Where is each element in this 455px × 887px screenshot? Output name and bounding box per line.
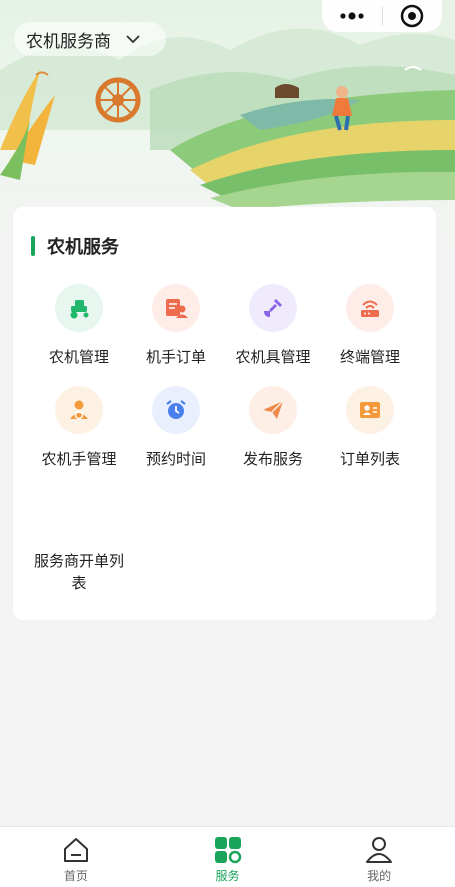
role-label: 农机服务商 (26, 31, 111, 52)
more-dots-icon (340, 12, 364, 20)
service-label: 服务商开单列表 (33, 552, 124, 592)
service-label: 农机管理 (48, 348, 109, 366)
tab-label: 服务 (215, 869, 240, 883)
service-label: 农机具管理 (235, 348, 311, 366)
tab-home[interactable]: 首页 (0, 827, 152, 887)
service-label: 机手订单 (145, 348, 206, 366)
paper-plane-icon (249, 386, 297, 434)
user-list-icon (346, 386, 394, 434)
home-icon (63, 838, 88, 862)
driver-icon (55, 386, 103, 434)
close-miniprogram-button[interactable] (383, 0, 443, 32)
alarm-clock-icon (152, 386, 200, 434)
user-icon (366, 837, 393, 863)
service-operator-management[interactable]: 农机手管理 (26, 386, 132, 470)
role-selector[interactable]: 农机服务商 (14, 22, 166, 56)
farm-service-card: 农机服务 农机管理 机手订单 农机具管理 终端管理 农机手管理 预约时间 发布服… (13, 207, 436, 620)
bottom-tabbar: 首页 服务 我的 (0, 826, 455, 887)
service-appointment-time[interactable]: 预约时间 (123, 386, 229, 470)
tab-mine[interactable]: 我的 (303, 827, 455, 887)
service-publish-service[interactable]: 发布服务 (220, 386, 326, 470)
tab-label: 我的 (367, 869, 392, 883)
service-terminal-management[interactable]: 终端管理 (317, 284, 423, 368)
tab-service[interactable]: 服务 (152, 827, 304, 887)
miniprogram-capsule (322, 0, 442, 32)
service-label: 订单列表 (339, 450, 400, 468)
service-order-list[interactable]: 订单列表 (317, 386, 423, 470)
service-machinery-management[interactable]: 农机管理 (26, 284, 132, 368)
service-label: 终端管理 (339, 348, 400, 366)
empty-icon-slot (55, 488, 103, 536)
service-label: 发布服务 (242, 450, 303, 468)
more-button[interactable] (322, 0, 382, 32)
service-implement-management[interactable]: 农机具管理 (220, 284, 326, 368)
section-title: 农机服务 (47, 237, 119, 258)
operator-order-icon (152, 284, 200, 332)
section-accent-bar (31, 236, 35, 256)
section-header: 农机服务 (31, 233, 119, 259)
chevron-down-icon (126, 35, 140, 44)
service-label: 预约时间 (145, 450, 206, 468)
shovel-icon (249, 284, 297, 332)
service-label: 农机手管理 (41, 450, 117, 468)
tab-label: 首页 (63, 869, 88, 883)
tractor-icon (55, 284, 103, 332)
target-icon (401, 4, 424, 28)
grid-icon (214, 837, 241, 864)
service-operator-orders[interactable]: 机手订单 (123, 284, 229, 368)
service-provider-order-list[interactable]: 服务商开单列表 (26, 488, 132, 594)
router-icon (346, 284, 394, 332)
